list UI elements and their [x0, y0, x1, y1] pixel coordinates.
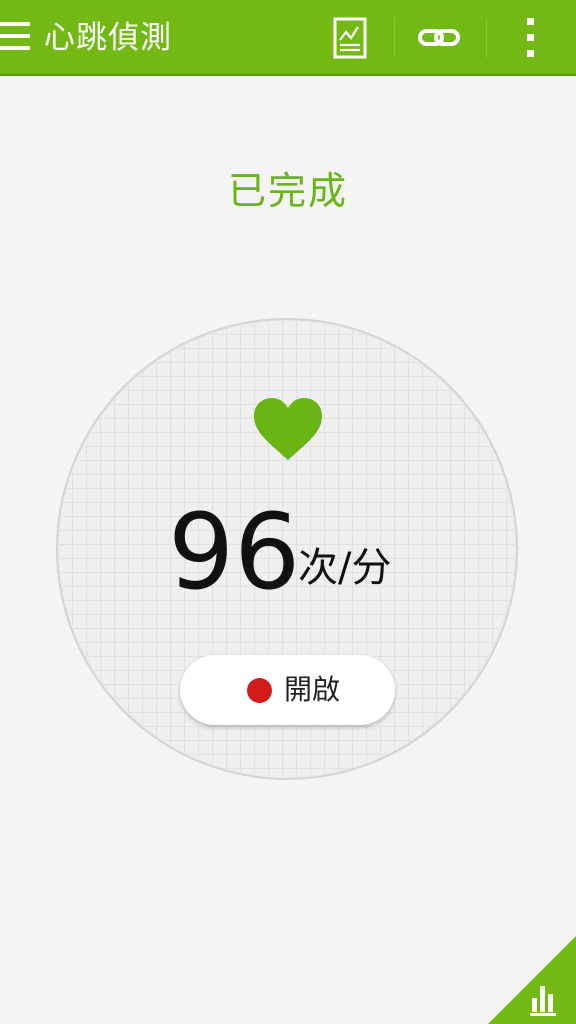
- toolbar-divider: [486, 18, 487, 58]
- chart-report-icon[interactable]: [328, 14, 376, 62]
- more-vertical-icon[interactable]: [508, 14, 556, 62]
- record-dot-icon: [247, 678, 272, 703]
- heart-rate-screen: 心跳偵測 已完成 96 次/分 開啟: [0, 0, 576, 1024]
- start-button[interactable]: 開啟: [180, 655, 395, 725]
- menu-icon[interactable]: [0, 18, 34, 58]
- bpm-readout: 96 次/分: [0, 492, 576, 612]
- app-bar: 心跳偵測: [0, 0, 576, 76]
- link-icon[interactable]: [416, 14, 464, 62]
- toolbar-divider: [394, 18, 395, 58]
- measurement-status: 已完成: [227, 169, 348, 213]
- bpm-unit: 次/分: [298, 545, 392, 591]
- page-title: 心跳偵測: [44, 20, 172, 56]
- stats-corner-button[interactable]: [488, 936, 576, 1024]
- heart-icon: [252, 396, 324, 464]
- start-button-label: 開啟: [284, 673, 341, 706]
- bpm-value: 96: [168, 491, 301, 613]
